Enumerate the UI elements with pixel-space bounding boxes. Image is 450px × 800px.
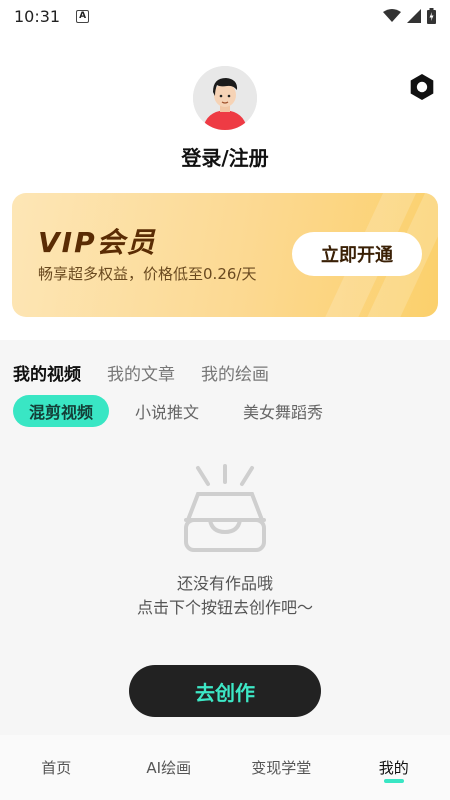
wifi-icon: [383, 9, 401, 22]
empty-hint: 点击下个按钮去创作吧～: [136, 598, 313, 617]
settings-icon[interactable]: [408, 73, 436, 101]
vip-title: VIP会员: [38, 226, 157, 259]
nav-label: AI绘画: [146, 759, 192, 777]
chip-novel-promo[interactable]: 小说推文: [117, 395, 217, 427]
nav-monetize-school[interactable]: 变现学堂: [225, 735, 338, 800]
notification-icon: A: [76, 9, 90, 23]
nav-label: 首页: [41, 759, 72, 777]
signal-icon: [407, 9, 421, 23]
bottom-nav: 首页 AI绘画 变现学堂 我的: [0, 735, 450, 800]
nav-mine[interactable]: 我的: [338, 735, 450, 800]
vip-card[interactable]: VIP会员 畅享超多权益，价格低至0.26/天 立即开通: [12, 193, 438, 317]
status-bar: 10:31 A: [0, 0, 450, 32]
tab-my-articles[interactable]: 我的文章: [107, 360, 175, 385]
battery-icon: [427, 8, 436, 24]
chip-mix-video[interactable]: 混剪视频: [13, 395, 110, 427]
nav-home[interactable]: 首页: [0, 735, 113, 800]
empty-box-icon: [184, 464, 266, 552]
works-tabs: 我的视频 我的文章 我的绘画: [13, 360, 269, 385]
tab-my-paintings[interactable]: 我的绘画: [201, 360, 269, 385]
status-icons: [383, 8, 436, 24]
nav-label: 变现学堂: [251, 759, 312, 777]
nav-active-indicator: [383, 779, 404, 783]
empty-message: 还没有作品哦: [176, 574, 273, 593]
user-avatar-icon: [193, 66, 257, 130]
login-register-link[interactable]: 登录/注册: [0, 142, 450, 171]
create-button[interactable]: 去创作: [129, 665, 321, 717]
chip-dance-show[interactable]: 美女舞蹈秀: [225, 395, 341, 427]
vip-open-button[interactable]: 立即开通: [292, 232, 422, 276]
nav-ai-painting[interactable]: AI绘画: [113, 735, 226, 800]
status-time: 10:31: [14, 6, 61, 26]
category-chips: 混剪视频 小说推文 美女舞蹈秀: [13, 395, 341, 427]
works-panel: 我的视频 我的文章 我的绘画 混剪视频 小说推文 美女舞蹈秀 还没有作品哦 点击…: [0, 340, 450, 735]
tab-my-videos[interactable]: 我的视频: [13, 360, 81, 385]
avatar[interactable]: [193, 66, 257, 130]
vip-subtitle: 畅享超多权益，价格低至0.26/天: [38, 265, 257, 283]
